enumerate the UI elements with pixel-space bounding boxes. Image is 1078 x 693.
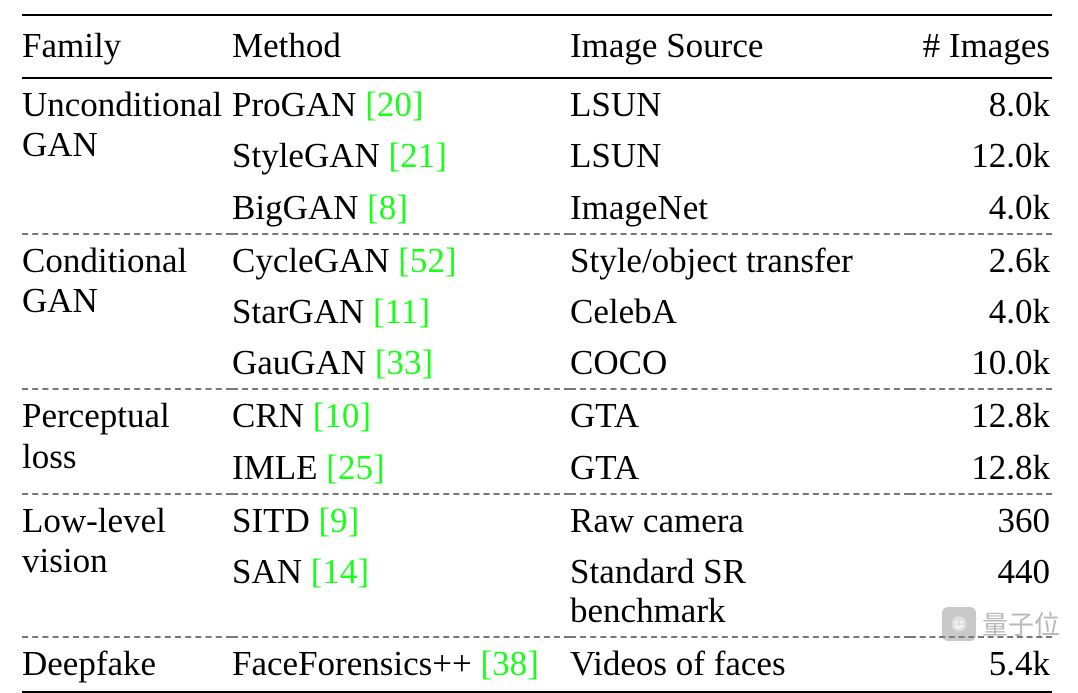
method-cell: CycleGAN [52] xyxy=(232,234,570,286)
citation-link[interactable]: [38] xyxy=(480,644,538,683)
images-cell: 4.0k xyxy=(910,286,1052,337)
images-cell: 10.0k xyxy=(910,337,1052,389)
source-cell: CelebA xyxy=(570,286,910,337)
family-cell: ConditionalGAN xyxy=(22,234,232,390)
family-label-line: Low-level xyxy=(22,501,166,540)
citation-link[interactable]: [9] xyxy=(319,501,360,540)
method-cell: SITD [9] xyxy=(232,494,570,546)
family-cell: Perceptualloss xyxy=(22,389,232,493)
method-cell: StarGAN [11] xyxy=(232,286,570,337)
table-header-row: Family Method Image Source # Images xyxy=(22,15,1052,78)
images-cell: 12.8k xyxy=(910,442,1052,494)
family-cell: Deepfake xyxy=(22,637,232,691)
citation-link[interactable]: [33] xyxy=(375,343,433,382)
col-header-images: # Images xyxy=(910,15,1052,78)
method-cell: IMLE [25] xyxy=(232,442,570,494)
table-row: ConditionalGANCycleGAN [52]Style/object … xyxy=(22,234,1052,286)
images-cell: 2.6k xyxy=(910,234,1052,286)
source-cell: Style/object transfer xyxy=(570,234,910,286)
images-cell: 360 xyxy=(910,494,1052,546)
method-name: StarGAN xyxy=(232,292,364,331)
method-cell: SAN [14] xyxy=(232,546,570,637)
methods-table: Family Method Image Source # Images Unco… xyxy=(22,14,1052,693)
family-label-line: GAN xyxy=(22,281,98,320)
method-cell: CRN [10] xyxy=(232,389,570,441)
source-cell: LSUN xyxy=(570,130,910,181)
family-cell: UnconditionalGAN xyxy=(22,78,232,234)
source-cell: GTA xyxy=(570,389,910,441)
source-cell: LSUN xyxy=(570,78,910,130)
source-cell: Standard SR benchmark xyxy=(570,546,910,637)
source-cell: Videos of faces xyxy=(570,637,910,691)
citation-link[interactable]: [8] xyxy=(367,188,408,227)
family-label-line: GAN xyxy=(22,125,98,164)
citation-link[interactable]: [14] xyxy=(311,552,369,591)
family-label-line: Deepfake xyxy=(22,644,156,683)
citation-link[interactable]: [10] xyxy=(313,396,371,435)
family-label-line: loss xyxy=(22,437,76,476)
method-name: IMLE xyxy=(232,448,318,487)
method-name: SAN xyxy=(232,552,302,591)
source-cell: COCO xyxy=(570,337,910,389)
table-body: UnconditionalGANProGAN [20]LSUN8.0kStyle… xyxy=(22,78,1052,691)
source-cell: GTA xyxy=(570,442,910,494)
citation-link[interactable]: [25] xyxy=(326,448,384,487)
method-cell: StyleGAN [21] xyxy=(232,130,570,181)
col-header-family: Family xyxy=(22,15,232,78)
col-header-method: Method xyxy=(232,15,570,78)
family-cell: Low-levelvision xyxy=(22,494,232,638)
source-cell: Raw camera xyxy=(570,494,910,546)
method-cell: BigGAN [8] xyxy=(232,182,570,234)
method-name: BigGAN xyxy=(232,188,358,227)
method-cell: ProGAN [20] xyxy=(232,78,570,130)
citation-link[interactable]: [20] xyxy=(365,85,423,124)
col-header-source: Image Source xyxy=(570,15,910,78)
method-name: StyleGAN xyxy=(232,136,380,175)
citation-link[interactable]: [11] xyxy=(373,292,430,331)
family-label-line: Conditional xyxy=(22,241,187,280)
images-cell: 12.8k xyxy=(910,389,1052,441)
method-name: CycleGAN xyxy=(232,241,389,280)
method-name: SITD xyxy=(232,501,310,540)
table-row: Low-levelvisionSITD [9]Raw camera360 xyxy=(22,494,1052,546)
images-cell: 12.0k xyxy=(910,130,1052,181)
family-label-line: Unconditional xyxy=(22,85,222,124)
images-cell: 440 xyxy=(910,546,1052,637)
images-cell: 5.4k xyxy=(910,637,1052,691)
method-name: FaceForensics++ xyxy=(232,644,472,683)
source-cell: ImageNet xyxy=(570,182,910,234)
method-name: GauGAN xyxy=(232,343,366,382)
images-cell: 4.0k xyxy=(910,182,1052,234)
method-cell: FaceForensics++ [38] xyxy=(232,637,570,691)
method-name: CRN xyxy=(232,396,304,435)
table-wrapper: Family Method Image Source # Images Unco… xyxy=(0,0,1078,650)
table-row: DeepfakeFaceForensics++ [38]Videos of fa… xyxy=(22,637,1052,691)
images-cell: 8.0k xyxy=(910,78,1052,130)
family-label-line: vision xyxy=(22,541,108,580)
table-row: PerceptuallossCRN [10]GTA12.8k xyxy=(22,389,1052,441)
table-row: UnconditionalGANProGAN [20]LSUN8.0k xyxy=(22,78,1052,130)
method-name: ProGAN xyxy=(232,85,356,124)
citation-link[interactable]: [21] xyxy=(389,136,447,175)
method-cell: GauGAN [33] xyxy=(232,337,570,389)
citation-link[interactable]: [52] xyxy=(398,241,456,280)
family-label-line: Perceptual xyxy=(22,396,170,435)
